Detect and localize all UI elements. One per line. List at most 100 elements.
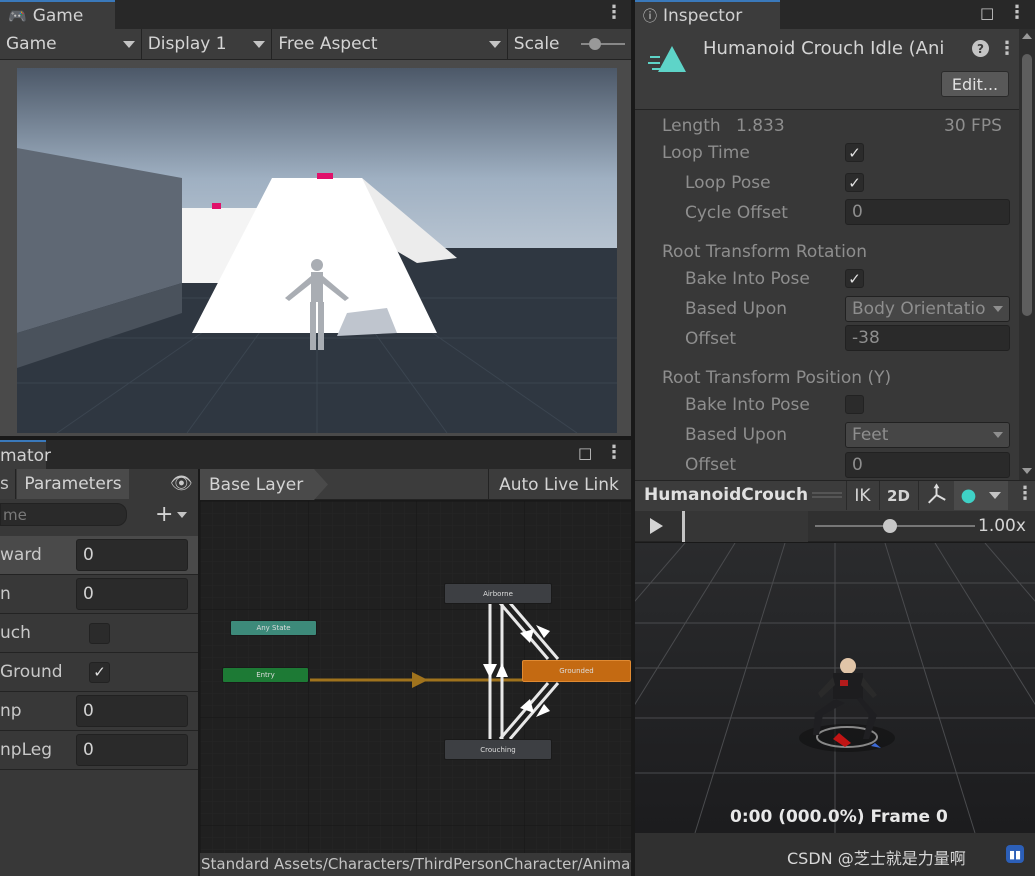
info-icon: ⓘ (643, 8, 657, 25)
position-offset-label: Offset (685, 455, 737, 475)
state-airborne[interactable]: Airborne (444, 583, 552, 604)
game-toolbar: Game Display 1 Free Aspect Scale (0, 29, 631, 60)
position-bake-checkbox[interactable] (845, 395, 864, 414)
animator-lock-icon[interactable]: □ (578, 444, 592, 462)
status-bar: Standard Assets/Characters/ThirdPersonCh… (200, 853, 631, 876)
rotation-offset-field[interactable]: -38 (845, 325, 1010, 351)
loop-pose-label: Loop Pose (685, 173, 771, 193)
eye-icon[interactable]: 👁 (170, 473, 193, 494)
loop-pose-checkbox[interactable]: ✓ (845, 173, 864, 192)
clip-title: Humanoid Crouch Idle (Ani (703, 38, 945, 59)
parameter-search-input[interactable]: me (0, 503, 127, 526)
scrollbar-thumb[interactable] (1022, 54, 1032, 316)
clip-menu-icon[interactable]: ⋮ (998, 38, 1016, 59)
chevron-down-icon (989, 492, 1002, 499)
length-label: Length (662, 116, 721, 136)
state-crouching[interactable]: Crouching (444, 739, 552, 760)
avatar-icon: ● (960, 485, 977, 506)
list-item[interactable]: npLeg 0 (0, 731, 198, 770)
parameter-value-field[interactable]: 0 (76, 539, 188, 571)
tab-parameters[interactable]: Parameters (17, 469, 129, 499)
state-any-state[interactable]: Any State (230, 620, 317, 636)
animation-clip-icon (648, 46, 686, 72)
state-entry[interactable]: Entry (222, 667, 309, 683)
list-item[interactable]: uch (0, 614, 198, 653)
panel-divider-vertical[interactable] (631, 0, 635, 876)
book-icon: ▮▮ (1006, 845, 1024, 863)
speed-slider[interactable] (815, 519, 975, 533)
position-offset-field[interactable]: 0 (845, 452, 1010, 478)
edit-button[interactable]: Edit... (941, 71, 1009, 97)
check-icon: ✓ (848, 269, 861, 288)
state-grounded[interactable]: Grounded (522, 660, 631, 682)
tab-game[interactable]: 🎮 Game (0, 0, 115, 29)
parameter-checkbox[interactable] (89, 622, 110, 644)
scale-control[interactable]: Scale (508, 29, 631, 59)
breadcrumb[interactable]: Base Layer (200, 469, 328, 500)
preview-menu-icon[interactable]: ⋮ (1016, 483, 1034, 504)
loop-time-checkbox[interactable]: ✓ (845, 143, 864, 162)
preview-title: HumanoidCrouch (644, 485, 809, 505)
ik-toggle[interactable]: IK (846, 481, 878, 510)
rotation-based-dropdown[interactable]: Body Orientatio (845, 296, 1010, 322)
list-item[interactable]: ward 0 (0, 536, 198, 575)
game-viewport[interactable] (17, 68, 617, 433)
aspect-dropdown[interactable]: Free Aspect (272, 29, 508, 59)
watermark: CSDN @芝士就是力量啊 (787, 849, 966, 868)
gamepad-icon: 🎮 (8, 6, 27, 25)
inspector-scrollbar[interactable] (1019, 29, 1035, 480)
chevron-down-icon (488, 40, 501, 48)
rotation-based-label: Based Upon (685, 299, 787, 319)
rotation-bake-checkbox[interactable]: ✓ (845, 269, 864, 288)
check-icon: ✓ (848, 143, 861, 162)
check-icon: ✓ (848, 173, 861, 192)
root-position-header: Root Transform Position (Y) (662, 368, 892, 388)
game-menu-icon[interactable]: ⋮ (605, 2, 623, 23)
animator-tabbar (0, 440, 631, 469)
chevron-down-icon (253, 40, 266, 48)
tab-inspector[interactable]: ⓘ Inspector (635, 0, 780, 29)
view-dropdown[interactable]: Game (0, 29, 142, 59)
rotation-offset-label: Offset (685, 329, 737, 349)
avatar-dropdown[interactable]: ● (954, 481, 1008, 510)
cycle-offset-field[interactable]: 0 (845, 199, 1010, 225)
parameter-value-field[interactable]: 0 (76, 734, 188, 766)
tab-animator[interactable]: mator (0, 440, 51, 469)
timeline-scrubber[interactable] (682, 511, 808, 542)
position-based-dropdown[interactable]: Feet (845, 422, 1010, 448)
animator-menu-icon[interactable]: ⋮ (605, 442, 623, 463)
play-button[interactable] (650, 518, 663, 534)
scroll-down-icon[interactable] (1022, 468, 1032, 474)
cycle-offset-label: Cycle Offset (685, 203, 788, 223)
drag-handle-icon[interactable] (812, 492, 842, 498)
parameter-list: ward 0 n 0 uch Ground ✓ np 0 npLeg 0 (0, 536, 198, 770)
root-rotation-header: Root Transform Rotation (662, 242, 867, 262)
parameter-value-field[interactable]: 0 (76, 578, 188, 610)
frame-readout: 0:00 (000.0%) Frame 0 (730, 807, 948, 827)
preview-viewport[interactable] (635, 543, 1035, 833)
loop-time-label: Loop Time (662, 143, 750, 163)
add-parameter-button[interactable]: + (155, 502, 188, 527)
fps-value: 30 FPS (944, 116, 1002, 136)
parameter-checkbox[interactable]: ✓ (89, 661, 110, 683)
lock-icon[interactable]: □ (980, 4, 994, 22)
list-item[interactable]: n 0 (0, 575, 198, 614)
help-icon[interactable]: ? (972, 40, 989, 57)
list-item[interactable]: np 0 (0, 692, 198, 731)
display-dropdown[interactable]: Display 1 (142, 29, 273, 59)
pivot-icon[interactable] (918, 481, 954, 510)
list-item[interactable]: Ground ✓ (0, 653, 198, 692)
check-icon: ✓ (93, 663, 106, 681)
panel-divider-horizontal[interactable] (0, 436, 631, 440)
speed-slider-thumb[interactable] (883, 519, 897, 533)
2d-toggle[interactable]: 2D (879, 481, 917, 510)
parameter-value-field[interactable]: 0 (76, 695, 188, 727)
plus-icon: + (155, 502, 174, 527)
speed-value: 1.00x (978, 516, 1026, 536)
tab-layers[interactable]: s (0, 469, 16, 499)
sidebar-divider[interactable] (198, 469, 200, 876)
scroll-up-icon[interactable] (1022, 33, 1032, 39)
auto-live-link-button[interactable]: Auto Live Link (488, 469, 629, 500)
inspector-menu-icon[interactable]: ⋮ (1008, 2, 1026, 23)
scale-slider[interactable] (581, 37, 625, 51)
